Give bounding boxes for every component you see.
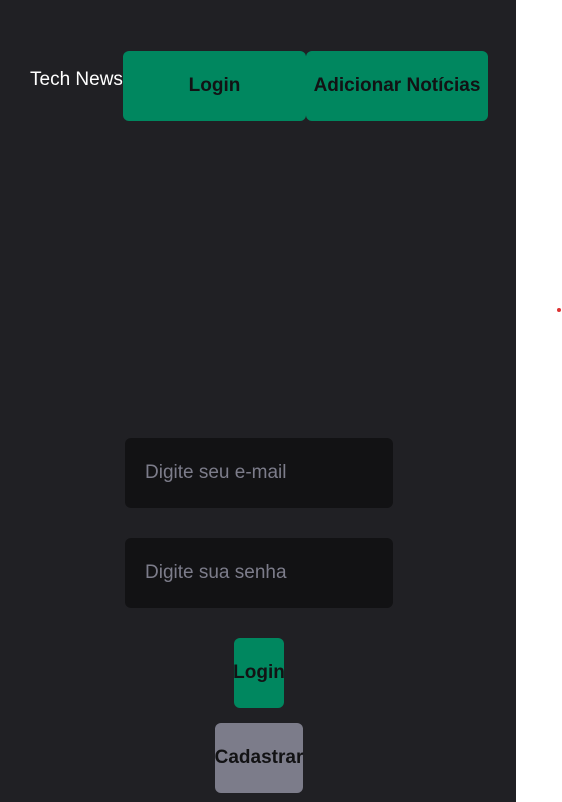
app-container: Tech News Login Adicionar Notícias Login… (0, 0, 516, 802)
header-login-button[interactable]: Login (123, 51, 306, 121)
password-field[interactable] (125, 538, 393, 608)
add-news-button[interactable]: Adicionar Notícias (306, 51, 488, 121)
red-dot-marker (557, 308, 561, 312)
register-button[interactable]: Cadastrar (215, 723, 303, 793)
brand-title: Tech News (30, 69, 123, 90)
login-submit-button[interactable]: Login (233, 638, 285, 708)
email-field[interactable] (125, 438, 393, 508)
